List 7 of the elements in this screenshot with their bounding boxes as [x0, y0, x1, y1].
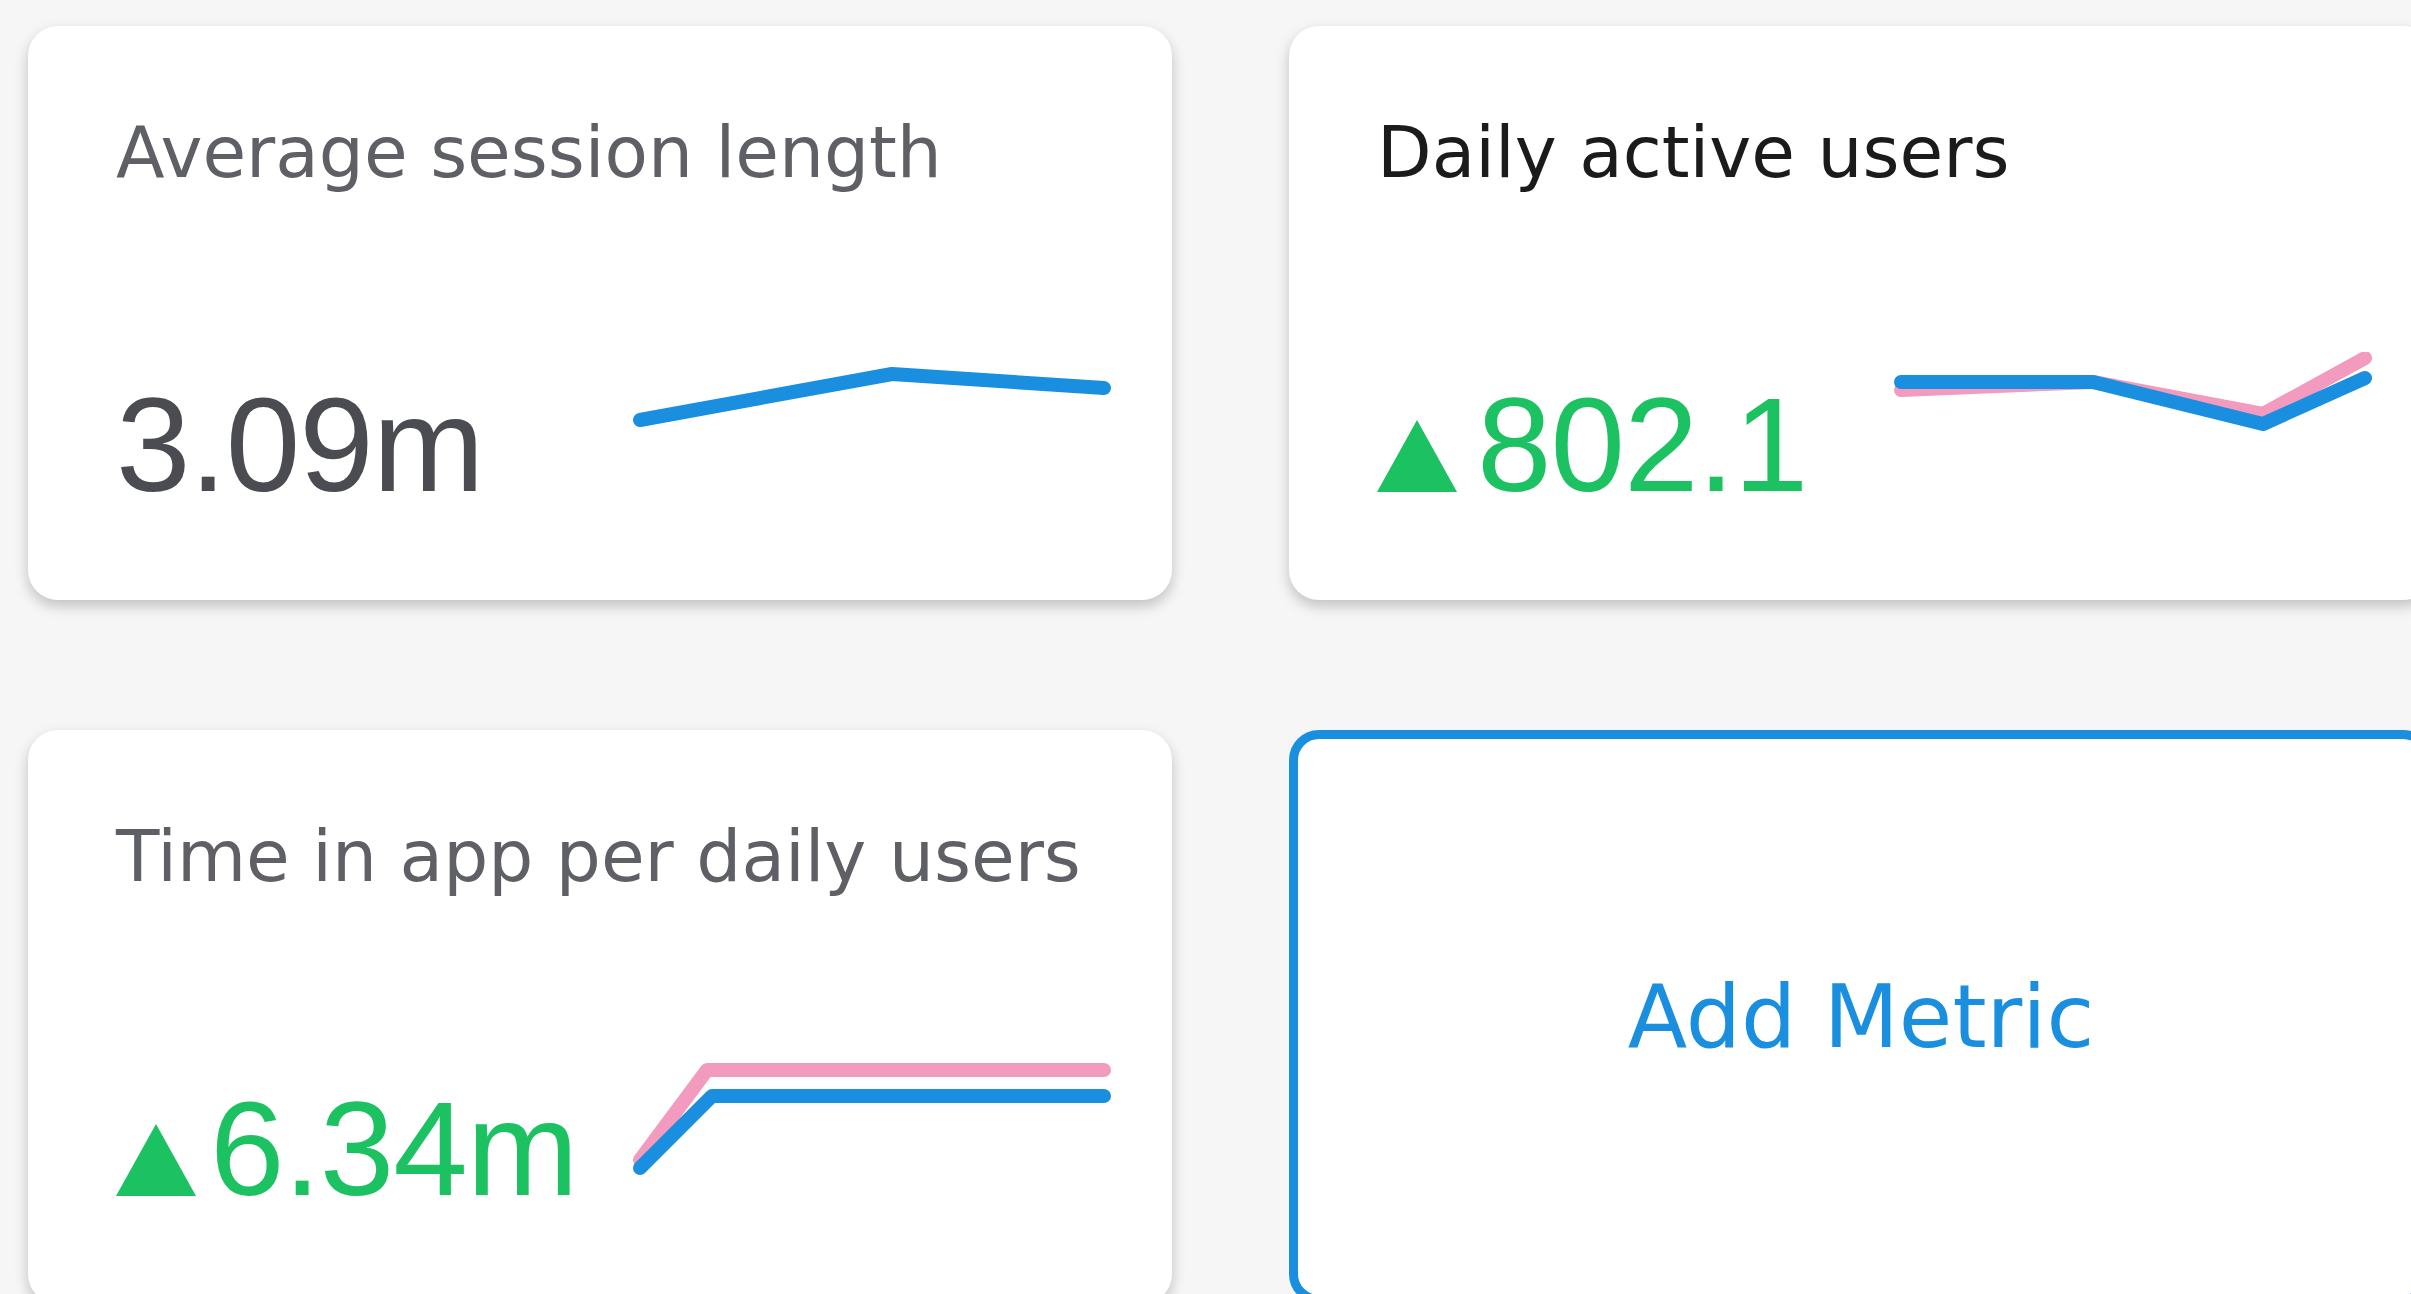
metric-title: Time in app per daily users [116, 818, 1082, 897]
metric-title: Daily active users [1377, 114, 2011, 193]
metric-title: Average session length [116, 114, 943, 193]
metric-value: 3.09m [116, 378, 484, 513]
metric-value: 802.1 [1477, 378, 1808, 513]
add-metric-button[interactable]: Add Metric [1289, 730, 2411, 1294]
metric-value: 6.34m [210, 1082, 578, 1217]
